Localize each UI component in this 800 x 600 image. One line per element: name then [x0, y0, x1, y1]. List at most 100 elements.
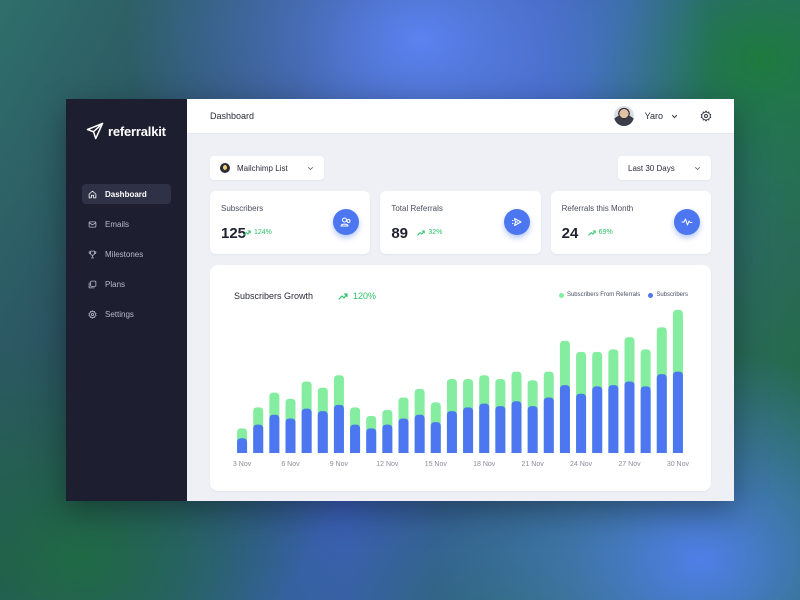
- main-content: Dashboard Yaro Mailchimp List Last 30 Da…: [187, 99, 734, 501]
- stat-card-trend: 124%: [243, 229, 272, 236]
- legend-label: Subscribers: [656, 292, 688, 298]
- x-tick-label: 3 Nov: [233, 461, 252, 468]
- activity-icon: [681, 218, 693, 226]
- bar-subscribers[interactable]: [253, 424, 264, 453]
- sidebar: referralkit Dashboard Emails Milestones …: [66, 99, 187, 501]
- settings-gear-icon[interactable]: [700, 110, 712, 122]
- stat-card-value: 24: [561, 225, 579, 242]
- avatar[interactable]: [613, 106, 634, 126]
- bar-subscribers[interactable]: [592, 386, 603, 453]
- chart-growth: 120%: [338, 291, 376, 301]
- app-window: referralkit Dashboard Emails Milestones …: [66, 99, 734, 501]
- bar-subscribers[interactable]: [269, 414, 280, 453]
- filter-controls: Mailchimp List Last 30 Days: [210, 156, 711, 180]
- sidebar-item-milestones[interactable]: Milestones: [82, 244, 171, 264]
- bar-subscribers[interactable]: [543, 397, 554, 454]
- x-tick-label: 9 Nov: [330, 461, 349, 468]
- bar-subscribers[interactable]: [608, 385, 619, 453]
- bar-subscribers[interactable]: [672, 371, 683, 453]
- bar-subscribers[interactable]: [237, 438, 248, 453]
- stat-card-total-referrals: Total Referrals 89 32%: [380, 191, 541, 254]
- layers-icon: [88, 280, 97, 288]
- date-range-select[interactable]: Last 30 Days: [618, 156, 711, 180]
- stat-card-icon-button[interactable]: [503, 209, 530, 235]
- sidebar-item-settings[interactable]: Settings: [82, 304, 171, 324]
- x-tick-label: 21 Nov: [522, 461, 545, 468]
- stat-card-icon-button[interactable]: [333, 209, 360, 235]
- trend-up-icon: [243, 230, 251, 235]
- trend-up-icon: [587, 230, 596, 235]
- subscribers-growth-panel: 3 Nov 6 Nov 9 Nov 12 Nov 15 Nov 18 Nov 21 Nov 2…: [210, 265, 711, 491]
- topbar: Dashboard Yaro: [187, 99, 734, 134]
- x-tick-label: 27 Nov: [618, 461, 641, 468]
- trend-up-icon: [338, 292, 348, 300]
- chevron-down-icon[interactable]: [671, 113, 678, 120]
- date-range-value: Last 30 Days: [628, 163, 675, 173]
- x-tick-label: 30 Nov: [667, 461, 690, 468]
- list-select[interactable]: Mailchimp List: [210, 156, 324, 180]
- chart-legend: Subscribers From Referrals Subscribers: [551, 292, 688, 298]
- bar-subscribers[interactable]: [446, 411, 457, 453]
- sidebar-item-label: Milestones: [105, 249, 144, 259]
- sidebar-item-label: Plans: [105, 279, 126, 289]
- bar-subscribers[interactable]: [640, 386, 651, 453]
- home-icon: [88, 190, 97, 198]
- x-tick-label: 15 Nov: [425, 461, 448, 468]
- bar-subscribers[interactable]: [366, 428, 377, 453]
- sidebar-item-emails[interactable]: Emails: [82, 214, 171, 234]
- bar-subscribers[interactable]: [382, 424, 393, 453]
- legend-item-referrals[interactable]: Subscribers From Referrals: [558, 292, 641, 298]
- bar-subscribers[interactable]: [350, 424, 361, 453]
- send-icon: [511, 218, 522, 226]
- x-tick-label: 12 Nov: [376, 461, 399, 468]
- chevron-down-icon: [307, 166, 314, 170]
- stat-card-trend: 32%: [417, 229, 442, 236]
- chart-growth-value: 120%: [353, 291, 377, 301]
- bar-subscribers[interactable]: [576, 393, 587, 453]
- stat-cards: Subscribers 125 124% Total Referrals 89 …: [210, 191, 711, 254]
- bar-subscribers[interactable]: [414, 414, 425, 453]
- brand-name: referralkit: [108, 123, 166, 139]
- bar-subscribers[interactable]: [511, 401, 522, 453]
- trend-up-icon: [417, 230, 426, 235]
- sidebar-item-label: Settings: [105, 309, 134, 319]
- bar-subscribers[interactable]: [285, 418, 296, 453]
- bar-subscribers[interactable]: [527, 406, 538, 453]
- stat-card-value: 89: [391, 225, 409, 242]
- x-tick-label: 18 Nov: [473, 461, 496, 468]
- brand-logo[interactable]: referralkit: [66, 121, 187, 141]
- bar-subscribers[interactable]: [495, 406, 506, 453]
- stat-card-trend-value: 69%: [598, 229, 613, 236]
- legend-dot: [558, 292, 564, 298]
- sidebar-item-plans[interactable]: Plans: [82, 274, 171, 294]
- sidebar-item-label: Dashboard: [105, 189, 147, 199]
- bar-subscribers[interactable]: [430, 422, 441, 453]
- sidebar-item-label: Emails: [105, 219, 130, 229]
- page-title: Dashboard: [210, 111, 255, 121]
- bar-subscribers[interactable]: [301, 408, 312, 453]
- sidebar-item-dashboard[interactable]: Dashboard: [82, 184, 171, 204]
- bar-subscribers[interactable]: [559, 385, 570, 453]
- gear-icon: [88, 309, 97, 319]
- chart-title: Subscribers Growth: [234, 291, 314, 301]
- bar-subscribers[interactable]: [398, 418, 409, 453]
- bar-subscribers[interactable]: [656, 374, 667, 453]
- legend-dot: [648, 292, 654, 298]
- stat-card-subscribers: Subscribers 125 124%: [210, 191, 371, 254]
- bar-subscribers[interactable]: [479, 403, 490, 453]
- legend-item-subscribers[interactable]: Subscribers: [648, 292, 688, 298]
- stat-card-icon-button[interactable]: [673, 209, 700, 235]
- stat-card-trend-value: 32%: [428, 229, 443, 236]
- paper-plane-icon: [86, 122, 104, 140]
- trophy-icon: [88, 250, 97, 258]
- stat-card-trend-value: 124%: [254, 229, 272, 236]
- user-name[interactable]: Yaro: [645, 111, 663, 121]
- bar-subscribers[interactable]: [624, 381, 635, 453]
- bar-subscribers[interactable]: [333, 404, 344, 453]
- bar-subscribers[interactable]: [317, 411, 328, 453]
- sidebar-nav: Dashboard Emails Milestones Plans Settin…: [66, 184, 187, 324]
- legend-label: Subscribers From Referrals: [566, 292, 641, 298]
- user-area: Yaro: [613, 106, 712, 126]
- bar-subscribers[interactable]: [463, 407, 474, 453]
- mail-icon: [88, 220, 97, 228]
